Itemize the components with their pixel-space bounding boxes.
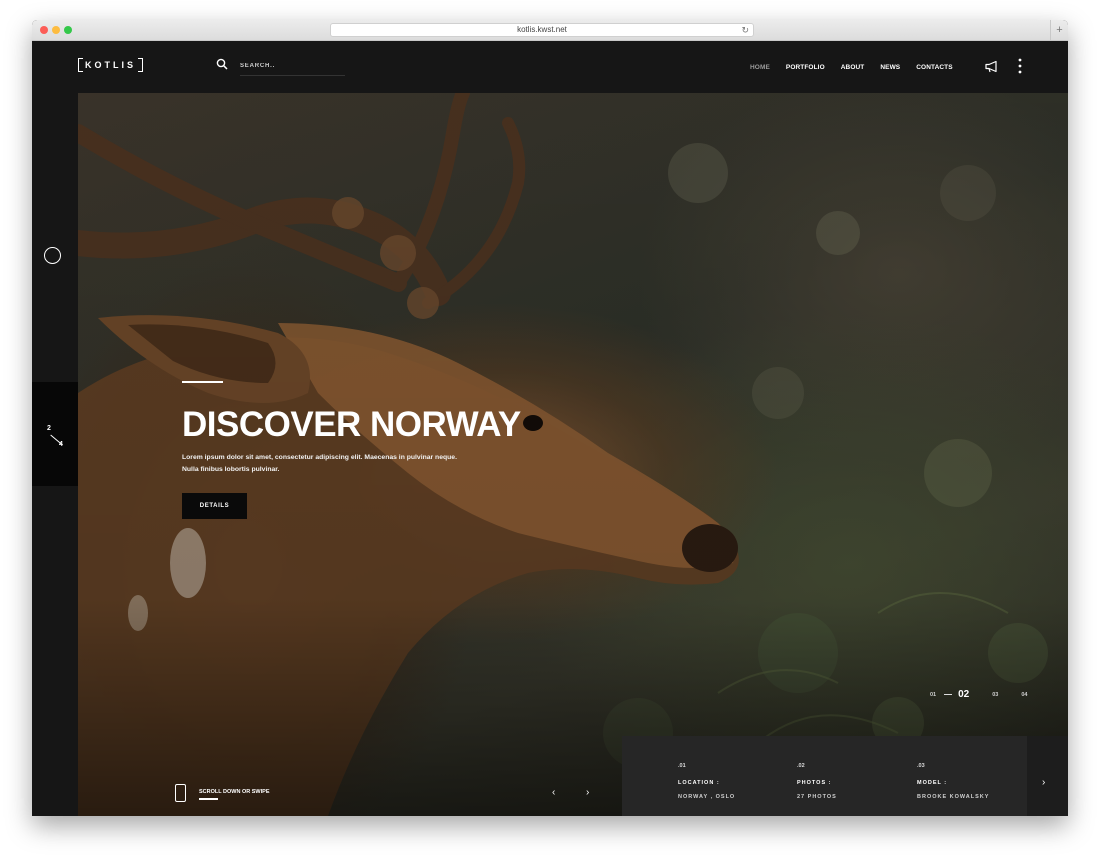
nav-item-portfolio[interactable]: PORTFOLIO — [786, 62, 825, 74]
left-sidebar: 2 4 — [32, 93, 78, 816]
info-item-value: BROOKE KOWALSKY — [917, 794, 990, 800]
hero-title: DISCOVER NORWAY — [182, 404, 521, 444]
details-button[interactable]: DETAILS — [182, 492, 247, 519]
nav-item-home[interactable]: HOME — [750, 62, 770, 74]
pager-item-01[interactable]: 01 — [930, 692, 936, 698]
info-item-label: PHOTOS : — [797, 780, 832, 786]
search-input[interactable] — [240, 56, 345, 76]
browser-window: kotlis.kwst.net ↻ + KOTLIS HOME PORTFOLI… — [32, 20, 1068, 816]
phone-icon — [175, 784, 186, 802]
info-item-label: LOCATION : — [678, 780, 720, 786]
info-item-location: .01 LOCATION : NORWAY , OSLO — [678, 763, 735, 800]
chevron-right-icon[interactable]: › — [586, 787, 589, 798]
pager-item-04[interactable]: 04 — [1021, 692, 1027, 698]
chevron-left-icon[interactable]: ‹ — [552, 787, 555, 798]
close-window-button[interactable] — [40, 26, 48, 34]
site: KOTLIS HOME PORTFOLIO ABOUT NEWS CONTACT… — [32, 41, 1068, 816]
pager-item-02[interactable]: 02 — [958, 689, 969, 700]
nav-item-contacts[interactable]: CONTACTS — [916, 62, 952, 74]
nav-item-about[interactable]: ABOUT — [841, 62, 865, 74]
slide-pager: 01 02 03 04 — [930, 689, 1028, 700]
hero-content: DISCOVER NORWAY Lorem ipsum dolor sit am… — [182, 381, 582, 519]
nav-item-news[interactable]: NEWS — [880, 62, 900, 74]
info-next-button[interactable]: › — [1027, 736, 1068, 816]
info-item-model: .03 MODEL : BROOKE KOWALSKY — [917, 763, 989, 800]
info-panel: .01 LOCATION : NORWAY , OSLO .02 PHOTOS … — [622, 736, 1068, 816]
slide-counter: 2 4 — [32, 382, 78, 486]
info-item-number: .03 — [917, 763, 925, 769]
main-nav: HOME PORTFOLIO ABOUT NEWS CONTACTS — [750, 62, 969, 74]
hero-description: Lorem ipsum dolor sit amet, consectetur … — [182, 453, 457, 473]
scroll-hint-underline — [199, 798, 218, 800]
hero-slider[interactable]: DISCOVER NORWAY Lorem ipsum dolor sit am… — [78, 93, 1068, 816]
site-header: KOTLIS HOME PORTFOLIO ABOUT NEWS CONTACT… — [32, 41, 1068, 93]
minimize-window-button[interactable] — [52, 26, 60, 34]
search-icon[interactable] — [216, 58, 228, 70]
chevron-right-icon: › — [1042, 777, 1046, 788]
info-item-number: .02 — [797, 763, 805, 769]
info-item-value: 27 PHOTOS — [797, 794, 837, 800]
pager-dash — [944, 694, 953, 695]
info-item-number: .01 — [678, 763, 686, 769]
slide-counter-total: 4 — [59, 441, 63, 448]
hero-divider — [182, 381, 223, 383]
scroll-hint-label: SCROLL DOWN OR SWIPE — [199, 789, 270, 795]
address-bar[interactable]: kotlis.kwst.net ↻ — [330, 23, 754, 37]
zoom-window-button[interactable] — [64, 26, 72, 34]
info-item-value: NORWAY , OSLO — [678, 794, 736, 800]
megaphone-icon[interactable] — [985, 60, 999, 73]
site-logo[interactable]: KOTLIS — [78, 58, 143, 72]
circle-icon[interactable] — [44, 247, 61, 264]
slide-counter-current: 2 — [47, 425, 51, 432]
info-item-label: MODEL : — [917, 780, 948, 786]
browser-toolbar: kotlis.kwst.net ↻ + — [32, 20, 1068, 41]
new-tab-button[interactable]: + — [1050, 20, 1068, 41]
more-vertical-icon[interactable] — [1017, 58, 1023, 74]
pager-item-03[interactable]: 03 — [992, 692, 998, 698]
address-bar-url: kotlis.kwst.net — [517, 25, 567, 34]
reload-icon[interactable]: ↻ — [741, 24, 749, 36]
info-item-photos: .02 PHOTOS : 27 PHOTOS — [797, 763, 837, 800]
